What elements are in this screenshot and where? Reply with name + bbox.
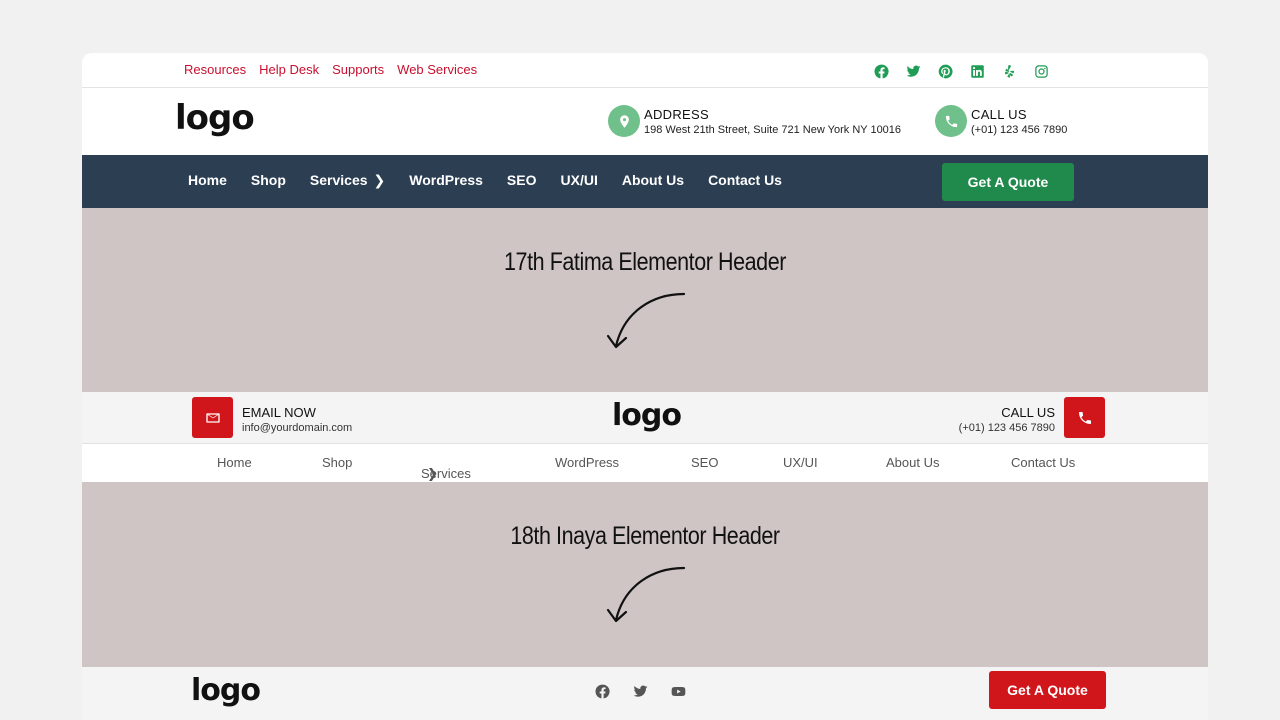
link-web-services[interactable]: Web Services <box>397 62 477 77</box>
pinterest-icon[interactable] <box>936 62 954 80</box>
nav-contact-us[interactable]: Contact Us <box>1011 455 1075 470</box>
nav-seo[interactable]: SEO <box>691 455 718 470</box>
curved-arrow-icon <box>606 292 686 349</box>
link-resources[interactable]: Resources <box>184 62 246 77</box>
h19-bar: logo Get A Quote <box>82 667 1208 720</box>
banner-17-title: 17th Fatima Elementor Header <box>504 248 786 276</box>
h18-logo[interactable]: logo <box>612 398 682 433</box>
nav-uxui[interactable]: UX/UI <box>561 172 598 189</box>
facebook-icon[interactable] <box>593 682 611 700</box>
h17-social-links <box>872 62 1050 80</box>
nav-shop[interactable]: Shop <box>322 455 352 470</box>
h19-logo[interactable]: logo <box>191 673 261 708</box>
envelope-icon[interactable] <box>192 397 233 438</box>
banner-18: 18th Inaya Elementor Header <box>82 482 1208 667</box>
h17-top-links: Resources Help Desk Supports Web Service… <box>184 62 477 77</box>
h17-call-info: CALL US (+01) 123 456 7890 <box>935 105 1067 137</box>
email-label: EMAIL NOW <box>242 405 316 420</box>
yelp-icon[interactable] <box>1000 62 1018 80</box>
curved-arrow-icon <box>606 566 686 623</box>
address-label: ADDRESS <box>644 106 709 122</box>
h18-email-info: EMAIL NOW info@yourdomain.com <box>242 405 352 434</box>
phone-icon <box>935 105 967 137</box>
youtube-icon[interactable] <box>669 682 687 700</box>
nav-services-label: Services <box>309 172 368 188</box>
chevron-down-icon: ❯ <box>373 172 386 188</box>
twitter-icon[interactable] <box>631 682 649 700</box>
h17-nav-menu: Home Shop Services ❯ WordPress SEO UX/UI … <box>188 172 782 189</box>
call-value[interactable]: (+01) 123 456 7890 <box>959 422 1055 434</box>
h19-social-links <box>593 682 687 700</box>
nav-about-us[interactable]: About Us <box>622 172 684 189</box>
h17-top-bar: Resources Help Desk Supports Web Service… <box>82 53 1208 88</box>
nav-uxui[interactable]: UX/UI <box>783 455 818 470</box>
phone-icon[interactable] <box>1064 397 1105 438</box>
h17-nav-bar: Home Shop Services ❯ WordPress SEO UX/UI … <box>82 155 1208 208</box>
h17-logo[interactable]: logo <box>175 98 255 138</box>
h18-top-bar: EMAIL NOW info@yourdomain.com logo CALL … <box>82 392 1208 444</box>
email-value[interactable]: info@yourdomain.com <box>242 422 352 434</box>
linkedin-icon[interactable] <box>968 62 986 80</box>
link-supports[interactable]: Supports <box>332 62 384 77</box>
h18-call-info: CALL US (+01) 123 456 7890 <box>959 405 1055 434</box>
nav-seo[interactable]: SEO <box>507 172 537 189</box>
nav-wordpress[interactable]: WordPress <box>555 455 619 470</box>
h17-address-info: ADDRESS 198 West 21th Street, Suite 721 … <box>608 105 901 137</box>
nav-home[interactable]: Home <box>217 455 252 470</box>
chevron-down-icon: ❯ <box>427 466 438 481</box>
preview-frame: Resources Help Desk Supports Web Service… <box>82 53 1208 720</box>
link-help-desk[interactable]: Help Desk <box>259 62 319 77</box>
call-label: CALL US <box>1001 405 1055 420</box>
get-a-quote-button[interactable]: Get A Quote <box>942 163 1074 201</box>
instagram-icon[interactable] <box>1032 62 1050 80</box>
call-value[interactable]: (+01) 123 456 7890 <box>971 124 1067 136</box>
twitter-icon[interactable] <box>904 62 922 80</box>
h17-middle-bar: logo ADDRESS 198 West 21th Street, Suite… <box>82 88 1208 155</box>
location-pin-icon <box>608 105 640 137</box>
h18-nav-bar: Home Shop Services ❯ WordPress SEO UX/UI … <box>82 444 1208 482</box>
banner-18-title: 18th Inaya Elementor Header <box>510 522 780 550</box>
call-label: CALL US <box>971 106 1027 122</box>
nav-home[interactable]: Home <box>188 172 227 189</box>
nav-shop[interactable]: Shop <box>251 172 286 189</box>
nav-about-us[interactable]: About Us <box>886 455 939 470</box>
facebook-icon[interactable] <box>872 62 890 80</box>
address-value: 198 West 21th Street, Suite 721 New York… <box>644 123 902 136</box>
nav-contact-us[interactable]: Contact Us <box>708 172 782 189</box>
nav-wordpress[interactable]: WordPress <box>409 172 483 189</box>
banner-17: 17th Fatima Elementor Header <box>82 208 1208 392</box>
get-a-quote-button[interactable]: Get A Quote <box>989 671 1106 709</box>
nav-services[interactable]: Services ❯ <box>310 172 385 189</box>
